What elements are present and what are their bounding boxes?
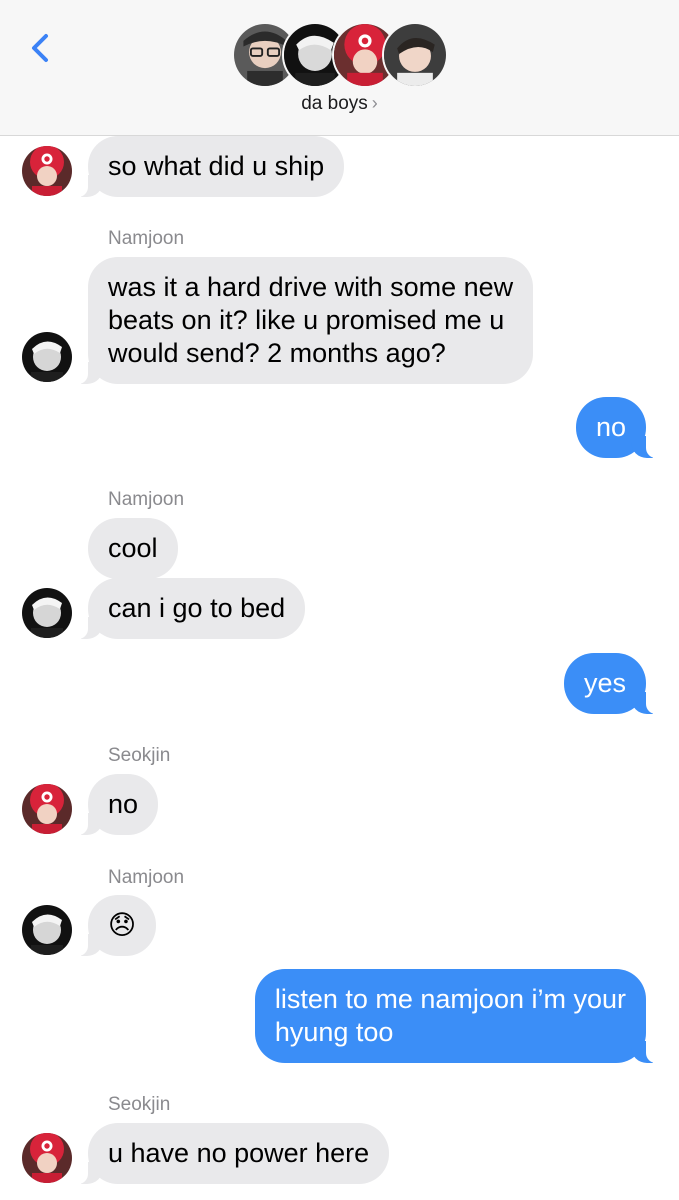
back-button[interactable] xyxy=(22,26,58,70)
message-line: listen to me namjoon i’m your xyxy=(274,984,626,1014)
incoming-message[interactable]: was it a hard drive with some new beats … xyxy=(75,257,534,384)
group-avatars[interactable] xyxy=(232,22,448,88)
message-text: yes xyxy=(583,668,626,698)
message-text: cool xyxy=(108,533,158,563)
sender-name: Namjoon xyxy=(108,228,185,249)
sender-name: Seokjin xyxy=(108,745,171,766)
message-text: can i go to bed xyxy=(108,593,286,623)
message-text: so what did u ship xyxy=(108,151,325,181)
conversation-header: da boys › xyxy=(0,0,679,136)
namjoon-avatar[interactable] xyxy=(22,588,72,638)
member-avatar-fourth xyxy=(382,22,448,88)
message-line: was it a hard drive with some new xyxy=(108,272,514,302)
chevron-left-icon xyxy=(32,34,48,62)
group-name: da boys xyxy=(301,93,368,114)
message-line: would send? 2 months ago? xyxy=(108,338,446,368)
outgoing-message[interactable]: listen to me namjoon i’m your hyung too xyxy=(254,969,659,1063)
incoming-message[interactable]: 😞 xyxy=(75,895,157,956)
incoming-message[interactable]: so what did u ship xyxy=(75,136,345,197)
sender-name: Seokjin xyxy=(108,1094,171,1115)
sender-name: Namjoon xyxy=(108,867,185,888)
outgoing-message[interactable]: no xyxy=(575,397,659,458)
incoming-message[interactable]: cool xyxy=(88,518,178,579)
incoming-message[interactable]: u have no power here xyxy=(75,1123,390,1184)
incoming-message[interactable]: can i go to bed xyxy=(75,578,306,639)
chevron-right-icon: › xyxy=(371,93,378,113)
group-title[interactable]: da boys › xyxy=(0,93,679,115)
message-line: beats on it? like u promised me u xyxy=(108,305,505,335)
seokjin-avatar[interactable] xyxy=(22,784,72,834)
disappointed-face-emoji: 😞 xyxy=(108,910,137,940)
namjoon-avatar[interactable] xyxy=(22,905,72,955)
message-text: no xyxy=(108,789,139,819)
message-text: no xyxy=(595,412,626,442)
message-text: u have no power here xyxy=(108,1138,370,1168)
namjoon-avatar[interactable] xyxy=(22,332,72,382)
incoming-message[interactable]: no xyxy=(75,774,159,835)
sender-name: Namjoon xyxy=(108,489,185,510)
seokjin-avatar[interactable] xyxy=(22,146,72,196)
message-line: hyung too xyxy=(274,1017,394,1047)
outgoing-message[interactable]: yes xyxy=(563,653,659,714)
seokjin-avatar[interactable] xyxy=(22,1133,72,1183)
